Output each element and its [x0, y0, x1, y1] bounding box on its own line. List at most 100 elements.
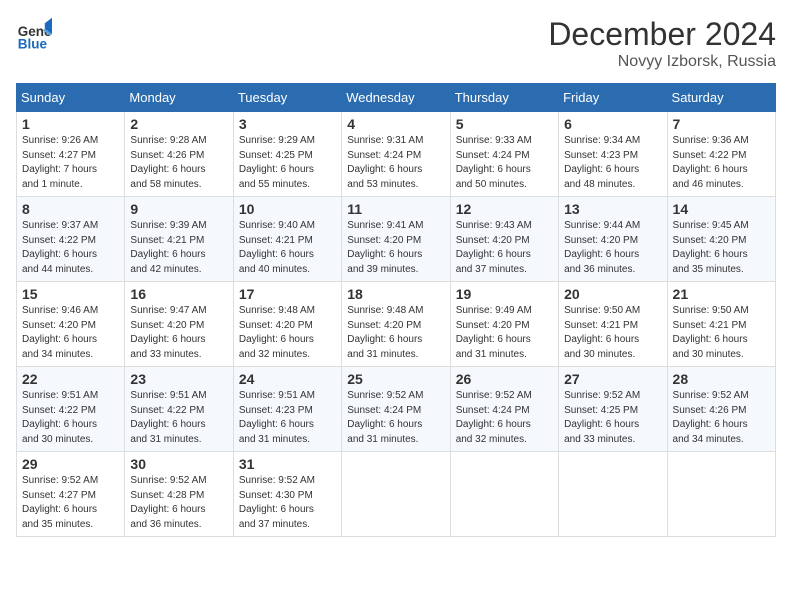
day-info: Sunrise: 9:39 AM Sunset: 4:21 PM Dayligh… — [130, 219, 227, 277]
day-number: 11 — [347, 201, 444, 217]
col-header-monday: Monday — [125, 84, 233, 112]
day-number: 31 — [239, 456, 336, 472]
calendar-cell: 18 Sunrise: 9:48 AM Sunset: 4:20 PM Dayli… — [342, 282, 450, 367]
calendar-cell: 14 Sunrise: 9:45 AM Sunset: 4:20 PM Dayli… — [667, 197, 775, 282]
day-info: Sunrise: 9:29 AM Sunset: 4:25 PM Dayligh… — [239, 134, 336, 192]
day-number: 1 — [22, 116, 119, 132]
calendar-cell: 22 Sunrise: 9:51 AM Sunset: 4:22 PM Dayli… — [17, 367, 125, 452]
logo: General Blue — [16, 16, 52, 52]
day-info: Sunrise: 9:37 AM Sunset: 4:22 PM Dayligh… — [22, 219, 119, 277]
calendar-cell: 30Sunrise: 9:52 AM Sunset: 4:28 PM Dayli… — [125, 452, 233, 537]
day-number: 24 — [239, 371, 336, 387]
calendar-cell: 15 Sunrise: 9:46 AM Sunset: 4:20 PM Dayli… — [17, 282, 125, 367]
day-number: 5 — [456, 116, 553, 132]
calendar-week-row: 8 Sunrise: 9:37 AM Sunset: 4:22 PM Daylig… — [17, 197, 776, 282]
day-number: 17 — [239, 286, 336, 302]
day-number: 7 — [673, 116, 770, 132]
day-info: Sunrise: 9:40 AM Sunset: 4:21 PM Dayligh… — [239, 219, 336, 277]
calendar-cell: 7 Sunrise: 9:36 AM Sunset: 4:22 PM Daylig… — [667, 112, 775, 197]
logo-icon: General Blue — [16, 16, 52, 52]
calendar-cell: 31 Sunrise: 9:52 AM Sunset: 4:30 PM Dayli… — [233, 452, 341, 537]
day-info: Sunrise: 9:33 AM Sunset: 4:24 PM Dayligh… — [456, 134, 553, 192]
calendar-cell: 13 Sunrise: 9:44 AM Sunset: 4:20 PM Dayli… — [559, 197, 667, 282]
title-area: December 2024 Novyy Izborsk, Russia — [548, 16, 776, 71]
calendar-cell: 12 Sunrise: 9:43 AM Sunset: 4:20 PM Dayli… — [450, 197, 558, 282]
day-number: 25 — [347, 371, 444, 387]
calendar-cell: 20 Sunrise: 9:50 AM Sunset: 4:21 PM Dayli… — [559, 282, 667, 367]
day-info: Sunrise: 9:51 AM Sunset: 4:22 PM Dayligh… — [130, 389, 227, 447]
day-number: 18 — [347, 286, 444, 302]
calendar-cell — [342, 452, 450, 537]
day-info: Sunrise: 9:51 AM Sunset: 4:23 PM Dayligh… — [239, 389, 336, 447]
day-info: Sunrise: 9:28 AM Sunset: 4:26 PM Dayligh… — [130, 134, 227, 192]
calendar-cell: 4Sunrise: 9:31 AM Sunset: 4:24 PM Daylig… — [342, 112, 450, 197]
calendar-cell: 21Sunrise: 9:50 AM Sunset: 4:21 PM Dayli… — [667, 282, 775, 367]
day-info: Sunrise: 9:47 AM Sunset: 4:20 PM Dayligh… — [130, 304, 227, 362]
day-info: Sunrise: 9:48 AM Sunset: 4:20 PM Dayligh… — [347, 304, 444, 362]
col-header-sunday: Sunday — [17, 84, 125, 112]
col-header-thursday: Thursday — [450, 84, 558, 112]
day-info: Sunrise: 9:45 AM Sunset: 4:20 PM Dayligh… — [673, 219, 770, 277]
day-info: Sunrise: 9:36 AM Sunset: 4:22 PM Dayligh… — [673, 134, 770, 192]
day-number: 26 — [456, 371, 553, 387]
location-subtitle: Novyy Izborsk, Russia — [548, 53, 776, 71]
calendar-cell: 16 Sunrise: 9:47 AM Sunset: 4:20 PM Dayli… — [125, 282, 233, 367]
day-number: 2 — [130, 116, 227, 132]
day-number: 4 — [347, 116, 444, 132]
day-number: 3 — [239, 116, 336, 132]
col-header-friday: Friday — [559, 84, 667, 112]
day-number: 15 — [22, 286, 119, 302]
calendar-week-row: 22 Sunrise: 9:51 AM Sunset: 4:22 PM Dayli… — [17, 367, 776, 452]
day-info: Sunrise: 9:52 AM Sunset: 4:30 PM Dayligh… — [239, 474, 336, 532]
calendar-cell: 1 Sunrise: 9:26 AM Sunset: 4:27 PM Daylig… — [17, 112, 125, 197]
calendar-cell: 5 Sunrise: 9:33 AM Sunset: 4:24 PM Daylig… — [450, 112, 558, 197]
day-info: Sunrise: 9:46 AM Sunset: 4:20 PM Dayligh… — [22, 304, 119, 362]
day-info: Sunrise: 9:51 AM Sunset: 4:22 PM Dayligh… — [22, 389, 119, 447]
calendar-cell: 9 Sunrise: 9:39 AM Sunset: 4:21 PM Daylig… — [125, 197, 233, 282]
day-number: 13 — [564, 201, 661, 217]
day-number: 8 — [22, 201, 119, 217]
calendar-cell: 19Sunrise: 9:49 AM Sunset: 4:20 PM Dayli… — [450, 282, 558, 367]
day-info: Sunrise: 9:43 AM Sunset: 4:20 PM Dayligh… — [456, 219, 553, 277]
day-info: Sunrise: 9:52 AM Sunset: 4:27 PM Dayligh… — [22, 474, 119, 532]
month-title: December 2024 — [548, 16, 776, 53]
calendar-cell — [450, 452, 558, 537]
day-number: 16 — [130, 286, 227, 302]
day-info: Sunrise: 9:41 AM Sunset: 4:20 PM Dayligh… — [347, 219, 444, 277]
calendar-cell: 29 Sunrise: 9:52 AM Sunset: 4:27 PM Dayli… — [17, 452, 125, 537]
calendar-cell: 24 Sunrise: 9:51 AM Sunset: 4:23 PM Dayli… — [233, 367, 341, 452]
calendar-week-row: 29 Sunrise: 9:52 AM Sunset: 4:27 PM Dayli… — [17, 452, 776, 537]
col-header-saturday: Saturday — [667, 84, 775, 112]
day-info: Sunrise: 9:52 AM Sunset: 4:24 PM Dayligh… — [456, 389, 553, 447]
day-number: 19 — [456, 286, 553, 302]
day-number: 27 — [564, 371, 661, 387]
day-number: 9 — [130, 201, 227, 217]
day-info: Sunrise: 9:52 AM Sunset: 4:25 PM Dayligh… — [564, 389, 661, 447]
day-number: 20 — [564, 286, 661, 302]
day-number: 21 — [673, 286, 770, 302]
svg-text:Blue: Blue — [18, 36, 48, 51]
day-info: Sunrise: 9:44 AM Sunset: 4:20 PM Dayligh… — [564, 219, 661, 277]
day-info: Sunrise: 9:26 AM Sunset: 4:27 PM Dayligh… — [22, 134, 119, 192]
calendar-cell — [667, 452, 775, 537]
calendar-week-row: 15 Sunrise: 9:46 AM Sunset: 4:20 PM Dayli… — [17, 282, 776, 367]
day-info: Sunrise: 9:52 AM Sunset: 4:24 PM Dayligh… — [347, 389, 444, 447]
day-number: 22 — [22, 371, 119, 387]
calendar-cell: 17Sunrise: 9:48 AM Sunset: 4:20 PM Dayli… — [233, 282, 341, 367]
day-info: Sunrise: 9:50 AM Sunset: 4:21 PM Dayligh… — [564, 304, 661, 362]
day-info: Sunrise: 9:34 AM Sunset: 4:23 PM Dayligh… — [564, 134, 661, 192]
calendar-cell: 11 Sunrise: 9:41 AM Sunset: 4:20 PM Dayli… — [342, 197, 450, 282]
day-number: 10 — [239, 201, 336, 217]
calendar-cell: 10 Sunrise: 9:40 AM Sunset: 4:21 PM Dayli… — [233, 197, 341, 282]
calendar-week-row: 1 Sunrise: 9:26 AM Sunset: 4:27 PM Daylig… — [17, 112, 776, 197]
col-header-tuesday: Tuesday — [233, 84, 341, 112]
calendar-cell — [559, 452, 667, 537]
calendar-table: SundayMondayTuesdayWednesdayThursdayFrid… — [16, 83, 776, 537]
calendar-cell: 25 Sunrise: 9:52 AM Sunset: 4:24 PM Dayli… — [342, 367, 450, 452]
col-header-wednesday: Wednesday — [342, 84, 450, 112]
day-number: 29 — [22, 456, 119, 472]
day-number: 12 — [456, 201, 553, 217]
calendar-cell: 28Sunrise: 9:52 AM Sunset: 4:26 PM Dayli… — [667, 367, 775, 452]
day-number: 14 — [673, 201, 770, 217]
calendar-cell: 3 Sunrise: 9:29 AM Sunset: 4:25 PM Daylig… — [233, 112, 341, 197]
